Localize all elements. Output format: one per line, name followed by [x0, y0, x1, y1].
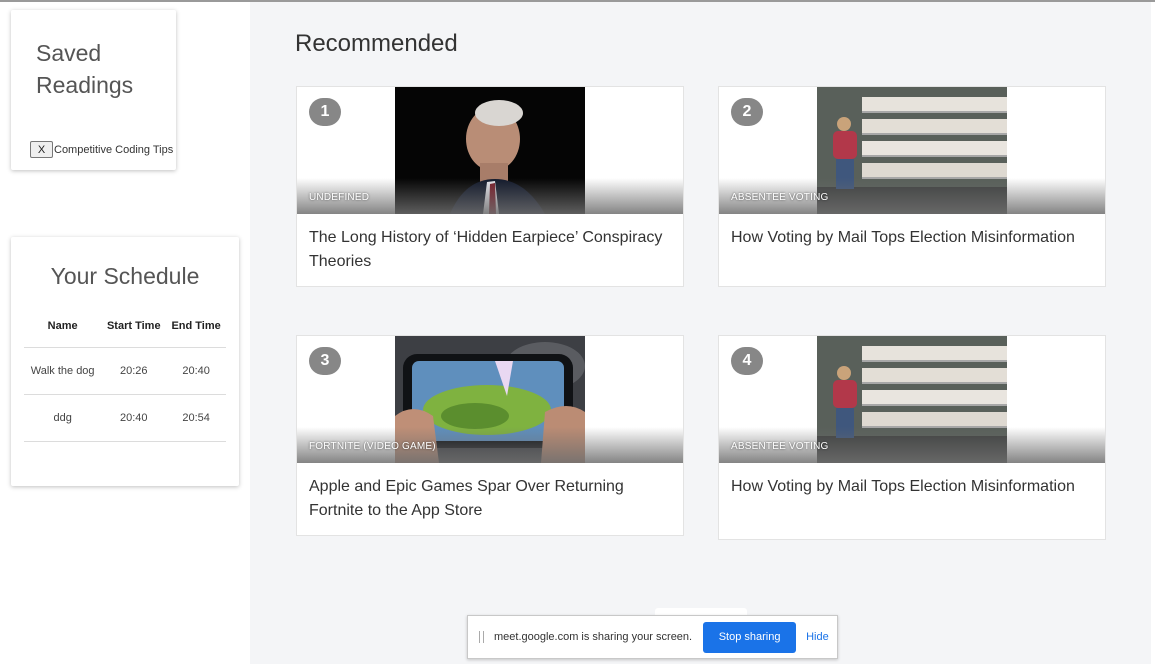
article-tag: Fortnite (Video Game)	[309, 441, 436, 452]
article-rank-badge: 1	[309, 98, 341, 126]
table-row: Walk the dog 20:26 20:40	[24, 347, 226, 395]
share-message: meet.google.com is sharing your screen.	[494, 631, 693, 643]
remove-saved-button[interactable]: X	[30, 141, 53, 158]
cell-name: Walk the dog	[24, 347, 102, 395]
article-card-4[interactable]: absentee voting 4 How Voting by Mail Top…	[718, 335, 1106, 540]
article-card-1[interactable]: undefined 1 The Long History of ‘Hidden …	[296, 86, 684, 287]
article-tag: absentee voting	[731, 192, 829, 203]
saved-reading-link[interactable]: Competitive Coding Tips	[54, 144, 173, 156]
article-thumbnail[interactable]: absentee voting 4	[719, 336, 1105, 463]
article-card-3[interactable]: Fortnite (Video Game) 3 Apple and Epic G…	[296, 335, 684, 536]
schedule-table: Name Start Time End Time Walk the dog 20…	[24, 305, 226, 442]
main-content: Recommended undefined 1 The Long History…	[250, 2, 1151, 664]
screen-share-bar: meet.google.com is sharing your screen. …	[467, 615, 838, 659]
article-tag: absentee voting	[731, 441, 829, 452]
article-thumbnail[interactable]: undefined 1	[297, 87, 683, 214]
article-headline[interactable]: How Voting by Mail Tops Election Misinfo…	[731, 226, 1091, 250]
saved-reading-item: X Competitive Coding Tips	[30, 141, 173, 158]
drag-handle-icon[interactable]	[479, 631, 484, 643]
stop-sharing-button[interactable]: Stop sharing	[703, 621, 797, 653]
article-thumbnail[interactable]: absentee voting 2	[719, 87, 1105, 214]
cell-end: 20:54	[166, 394, 226, 442]
article-tag: undefined	[309, 192, 370, 203]
article-thumbnail[interactable]: Fortnite (Video Game) 3	[297, 336, 683, 463]
schedule-card: Your Schedule Name Start Time End Time W…	[11, 237, 239, 486]
hide-link[interactable]: Hide	[806, 631, 829, 643]
page-title: Recommended	[295, 30, 458, 57]
table-row: ddg 20:40 20:54	[24, 394, 226, 442]
table-header-row: Name Start Time End Time	[24, 305, 226, 348]
column-header-end: End Time	[166, 305, 226, 348]
saved-readings-title: Saved Readings	[36, 40, 134, 98]
article-headline[interactable]: Apple and Epic Games Spar Over Returning…	[309, 475, 669, 523]
column-header-start: Start Time	[101, 305, 167, 348]
article-headline[interactable]: How Voting by Mail Tops Election Misinfo…	[731, 475, 1091, 499]
column-header-name: Name	[24, 305, 102, 348]
article-rank-badge: 3	[309, 347, 341, 375]
article-card-2[interactable]: absentee voting 2 How Voting by Mail Top…	[718, 86, 1106, 287]
saved-readings-card: Saved Readings X Competitive Coding Tips	[11, 10, 176, 170]
cell-end: 20:40	[166, 347, 226, 395]
cell-start: 20:40	[101, 394, 167, 442]
cell-name: ddg	[24, 394, 102, 442]
article-rank-badge: 2	[731, 98, 763, 126]
article-headline[interactable]: The Long History of ‘Hidden Earpiece’ Co…	[309, 226, 669, 274]
schedule-title: Your Schedule	[50, 263, 200, 289]
article-rank-badge: 4	[731, 347, 763, 375]
cell-start: 20:26	[101, 347, 167, 395]
